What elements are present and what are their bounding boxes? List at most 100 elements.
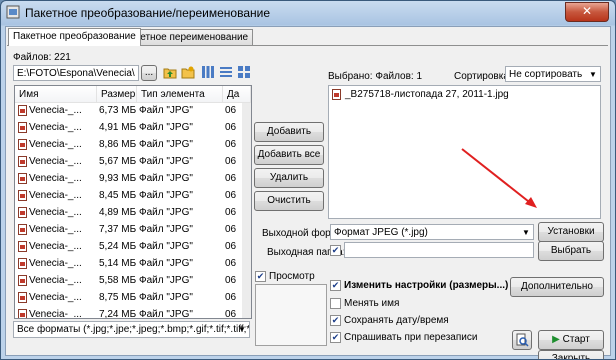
- output-format-select[interactable]: Формат JPEG (*.jpg) ▼: [330, 224, 534, 240]
- file-size: 5,14 МБ: [99, 258, 137, 269]
- preview-area: [255, 284, 327, 346]
- jpg-file-icon: [18, 105, 27, 116]
- output-format-value: Формат JPEG (*.jpg): [334, 227, 428, 238]
- file-name: Venecia-_...: [29, 292, 82, 303]
- file-row[interactable]: Venecia-_... 7,24 МБ Файл "JPG" 06: [15, 307, 241, 318]
- preview-checkbox[interactable]: ✔: [255, 271, 266, 282]
- sort-value: Не сортировать: [509, 69, 583, 80]
- file-row[interactable]: Venecia-_... 7,37 МБ Файл "JPG" 06: [15, 222, 241, 239]
- output-folder-checkbox[interactable]: ✔: [330, 245, 341, 256]
- jpg-file-icon: [18, 156, 27, 167]
- output-folder-input[interactable]: [344, 242, 534, 258]
- settings-button[interactable]: Установки: [538, 222, 604, 242]
- jpg-file-icon: [18, 241, 27, 252]
- file-row[interactable]: Venecia-_... 8,45 МБ Файл "JPG" 06: [15, 188, 241, 205]
- file-name: Venecia-_...: [29, 105, 82, 116]
- file-name: Venecia-_...: [29, 275, 82, 286]
- file-row[interactable]: Venecia-_... 8,86 МБ Файл "JPG" 06: [15, 137, 241, 154]
- choose-folder-button[interactable]: Выбрать: [538, 241, 604, 261]
- column-date[interactable]: Да: [223, 86, 251, 103]
- view-columns-icon[interactable]: [201, 65, 215, 79]
- file-filter-select[interactable]: Все форматы (*.jpg;*.jpe;*.jpeg;*.bmp;*.…: [13, 321, 250, 338]
- option-checkbox-rename[interactable]: [330, 298, 341, 309]
- selected-files-list[interactable]: _B275718-листопада 27, 2011-1.jpg: [328, 85, 601, 219]
- file-date: 06: [225, 292, 237, 303]
- file-size: 6,73 МБ: [99, 105, 137, 116]
- files-count: Файлов: 221: [13, 52, 71, 63]
- file-name: Venecia-_...: [29, 173, 82, 184]
- start-label: Старт: [562, 334, 590, 345]
- add-button[interactable]: Добавить: [254, 122, 324, 142]
- folder-new-icon[interactable]: [181, 65, 195, 79]
- option-checkbox-ask-overwrite[interactable]: ✔: [330, 332, 341, 343]
- jpg-file-icon: [332, 89, 341, 100]
- folder-up-icon[interactable]: [163, 65, 177, 79]
- file-date: 06: [225, 207, 237, 218]
- chevron-down-icon: ▼: [522, 228, 530, 237]
- view-details-icon[interactable]: [219, 65, 233, 79]
- option-checkbox-resize[interactable]: ✔: [330, 280, 341, 291]
- jpg-file-icon: [18, 190, 27, 201]
- view-thumbnails-icon[interactable]: [237, 65, 251, 79]
- tab-batch-convert[interactable]: Пакетное преобразование: [8, 28, 141, 46]
- file-size: 4,91 МБ: [99, 122, 137, 133]
- selected-count: Выбрано: Файлов: 1: [328, 71, 423, 82]
- start-button[interactable]: ▶ Старт: [538, 330, 604, 350]
- file-size: 8,75 МБ: [99, 292, 137, 303]
- column-size[interactable]: Размер: [97, 86, 137, 103]
- file-date: 06: [225, 139, 237, 150]
- jpg-file-icon: [18, 139, 27, 150]
- file-date: 06: [225, 275, 237, 286]
- file-row[interactable]: Venecia-_... 4,89 МБ Файл "JPG" 06: [15, 205, 241, 222]
- file-row[interactable]: Venecia-_... 5,67 МБ Файл "JPG" 06: [15, 154, 241, 171]
- jpg-file-icon: [18, 309, 27, 318]
- chevron-down-icon: ▼: [238, 325, 246, 334]
- file-size: 5,67 МБ: [99, 156, 137, 167]
- file-date: 06: [225, 190, 237, 201]
- option-label-rename: Менять имя: [344, 298, 400, 309]
- selected-file-item[interactable]: _B275718-листопада 27, 2011-1.jpg: [332, 88, 600, 102]
- app-icon: [6, 5, 20, 19]
- file-name: Venecia-_...: [29, 190, 82, 201]
- close-button[interactable]: Закрыть: [538, 350, 604, 359]
- sort-select[interactable]: Не сортировать ▼: [505, 66, 601, 82]
- file-list-scrollbar[interactable]: [242, 103, 251, 318]
- chevron-down-icon: ▼: [589, 70, 597, 79]
- dialog-client: Пакетное преобразование Пакетное переиме…: [5, 26, 611, 359]
- option-checkbox-keep-date[interactable]: ✔: [330, 315, 341, 326]
- file-row[interactable]: Venecia-_... 8,75 МБ Файл "JPG" 06: [15, 290, 241, 307]
- file-date: 06: [225, 122, 237, 133]
- file-date: 06: [225, 105, 237, 116]
- file-name: Venecia-_...: [29, 241, 82, 252]
- file-name: Venecia-_...: [29, 156, 82, 167]
- window-title: Пакетное преобразование/переименование: [25, 6, 271, 20]
- selected-file-name: _B275718-листопада 27, 2011-1.jpg: [345, 89, 509, 100]
- jpg-file-icon: [18, 224, 27, 235]
- column-name[interactable]: Имя: [15, 86, 97, 103]
- path-input[interactable]: E:\FOTO\Espona\Venecia\: [13, 65, 139, 81]
- file-row[interactable]: Venecia-_... 9,93 МБ Файл "JPG" 06: [15, 171, 241, 188]
- file-type: Файл "JPG": [139, 139, 193, 150]
- advanced-button[interactable]: Дополнительно: [510, 277, 604, 297]
- option-label-ask-overwrite: Спрашивать при перезаписи: [344, 332, 478, 343]
- file-row[interactable]: Venecia-_... 6,73 МБ Файл "JPG" 06: [15, 103, 241, 120]
- file-row[interactable]: Venecia-_... 5,24 МБ Файл "JPG" 06: [15, 239, 241, 256]
- file-type: Файл "JPG": [139, 156, 193, 167]
- file-row[interactable]: Venecia-_... 5,58 МБ Файл "JPG" 06: [15, 273, 241, 290]
- clear-button[interactable]: Очистить: [254, 191, 324, 211]
- magnifier-icon: [516, 333, 529, 347]
- remove-button[interactable]: Удалить: [254, 168, 324, 188]
- add-all-button[interactable]: Добавить все: [254, 145, 324, 165]
- title-bar[interactable]: Пакетное преобразование/переименование ✕: [1, 1, 615, 25]
- option-label-keep-date: Сохранять дату/время: [344, 315, 449, 326]
- close-window-button[interactable]: ✕: [565, 2, 609, 22]
- file-row[interactable]: Venecia-_... 4,91 МБ Файл "JPG" 06: [15, 120, 241, 137]
- sort-label: Сортировка:: [454, 71, 512, 82]
- file-type: Файл "JPG": [139, 258, 193, 269]
- file-list[interactable]: Имя Размер Тип элемента Да Venecia-_... 6…: [14, 85, 252, 319]
- file-size: 5,24 МБ: [99, 241, 137, 252]
- browse-button[interactable]: ...: [141, 65, 157, 81]
- column-type[interactable]: Тип элемента: [137, 86, 223, 103]
- file-row[interactable]: Venecia-_... 5,14 МБ Файл "JPG" 06: [15, 256, 241, 273]
- preview-search-button[interactable]: [512, 330, 532, 350]
